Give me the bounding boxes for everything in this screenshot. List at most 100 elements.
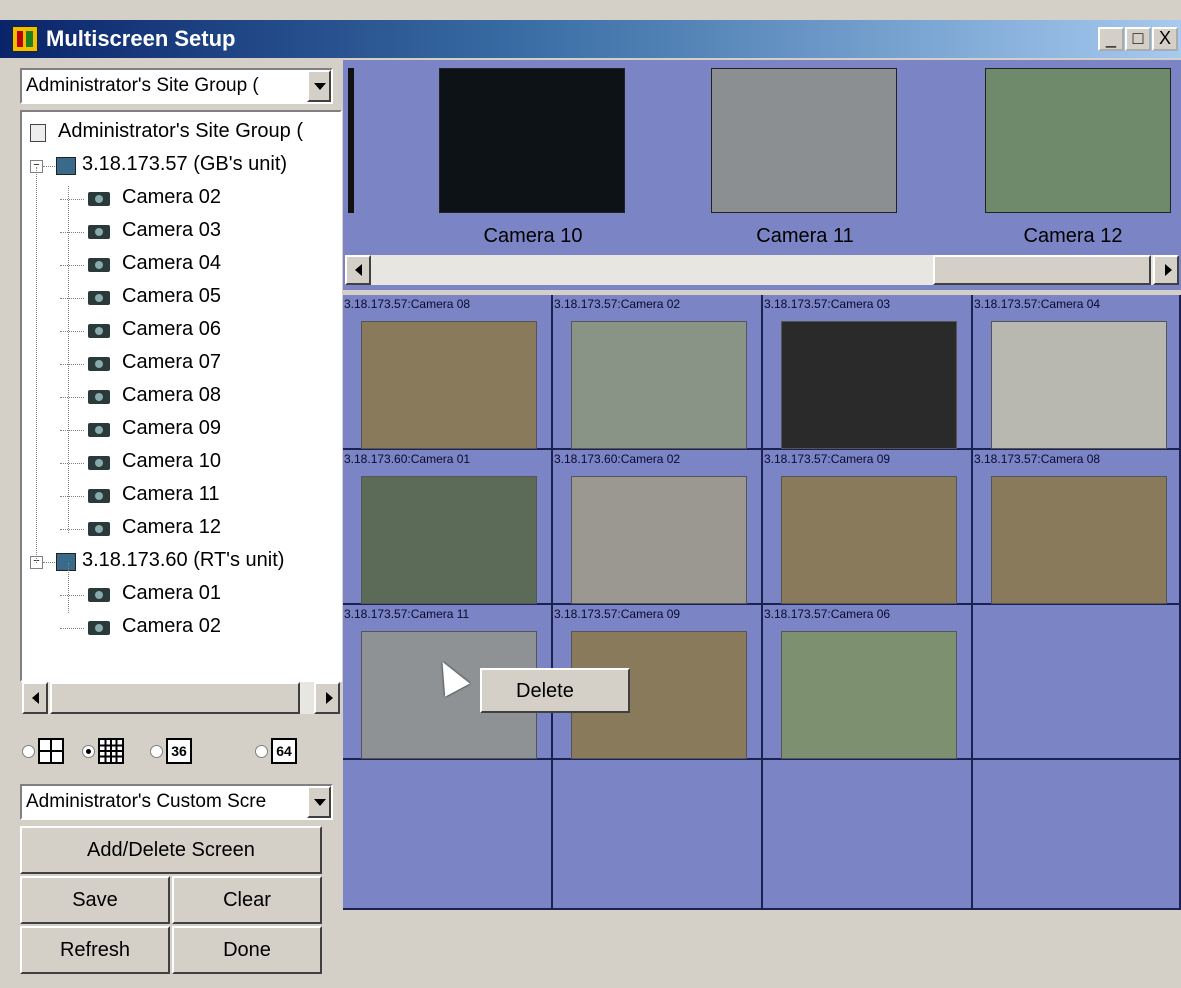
screen-cell[interactable]: 3.18.173.57:Camera 02 — [553, 295, 763, 450]
screen-cell[interactable] — [973, 760, 1181, 910]
add-delete-screen-button[interactable]: Add/Delete Screen — [20, 826, 322, 874]
screen-cell[interactable]: 3.18.173.57:Camera 08 — [343, 295, 553, 450]
tree-connector — [60, 430, 84, 431]
screen-cell[interactable] — [763, 760, 973, 910]
site-group-icon — [30, 124, 46, 142]
layout-radio-64[interactable] — [255, 745, 268, 758]
screen-cell[interactable]: 3.18.173.57:Camera 09 — [763, 450, 973, 605]
scroll-right-button[interactable] — [314, 682, 340, 714]
multiscreen-grid: 3.18.173.57:Camera 08 3.18.173.57:Camera … — [343, 295, 1181, 910]
refresh-button[interactable]: Refresh — [20, 926, 170, 974]
tree-camera-item[interactable]: Camera 05 — [60, 285, 221, 308]
layout-radio-2x2[interactable] — [22, 745, 35, 758]
custom-screen-dropdown-arrow[interactable] — [307, 786, 331, 818]
layout-radio-36[interactable] — [150, 745, 163, 758]
arrow-right-icon — [326, 692, 333, 704]
done-button[interactable]: Done — [172, 926, 322, 974]
tree-camera-item[interactable]: Camera 01 — [60, 582, 221, 605]
strip-scroll-right-button[interactable] — [1153, 255, 1179, 285]
site-group-dropdown-arrow[interactable] — [307, 70, 331, 102]
screen-cell-label: 3.18.173.57:Camera 08 — [974, 452, 1101, 466]
strip-horizontal-scrollbar[interactable] — [345, 255, 1179, 285]
tree-root-site-group[interactable]: Administrator's Site Group ( — [30, 120, 303, 143]
camera-icon — [88, 324, 110, 338]
tree-connector — [60, 595, 84, 596]
tree-camera-label: Camera 10 — [122, 450, 221, 472]
screen-cell-label: 3.18.173.60:Camera 02 — [554, 452, 681, 466]
tree-camera-label: Camera 02 — [122, 615, 221, 637]
camera-feed-image — [781, 631, 957, 759]
context-menu-delete[interactable]: Delete — [516, 680, 574, 703]
tree-horizontal-scrollbar[interactable] — [22, 682, 340, 714]
tree-camera-item[interactable]: Camera 03 — [60, 219, 221, 242]
tree-camera-label: Camera 05 — [122, 285, 221, 307]
refresh-label: Refresh — [59, 939, 131, 961]
camera-icon — [88, 357, 110, 371]
tree-connector — [36, 167, 37, 563]
scroll-thumb[interactable] — [50, 682, 300, 714]
clear-button[interactable]: Clear — [172, 876, 322, 924]
add-delete-screen-label: Add/Delete Screen — [87, 839, 255, 861]
tree-camera-label: Camera 08 — [122, 384, 221, 406]
screen-cell[interactable]: 3.18.173.60:Camera 01 — [343, 450, 553, 605]
tree-connector — [60, 496, 84, 497]
camera-icon — [88, 225, 110, 239]
tree-camera-item[interactable]: Camera 07 — [60, 351, 221, 374]
tree-connector — [60, 628, 84, 629]
tree-camera-item[interactable]: Camera 08 — [60, 384, 221, 407]
screen-cell[interactable] — [973, 605, 1181, 760]
thumb-camera-12[interactable] — [985, 68, 1171, 213]
window-title: Multiscreen Setup — [46, 26, 236, 51]
screen-cell[interactable] — [343, 760, 553, 910]
title-bar[interactable]: Multiscreen Setup _ □ X — [0, 20, 1181, 58]
custom-screen-value: Administrator's Custom Scre — [26, 791, 267, 812]
app-icon — [12, 26, 38, 52]
tree-camera-item[interactable]: Camera 02 — [60, 615, 221, 638]
tree-connector — [60, 364, 84, 365]
thumb-label-camera-10: Camera 10 — [483, 225, 583, 247]
tree-camera-item[interactable]: Camera 04 — [60, 252, 221, 275]
screen-cell[interactable]: 3.18.173.57:Camera 06 — [763, 605, 973, 760]
arrow-left-icon — [32, 692, 39, 704]
tree-connector — [60, 298, 84, 299]
thumb-camera-11[interactable] — [711, 68, 897, 213]
tree-camera-item[interactable]: Camera 12 — [60, 516, 221, 539]
site-tree[interactable]: Administrator's Site Group ( −3.18.173.57… — [20, 110, 342, 682]
tree-connector — [68, 563, 69, 613]
screen-cell[interactable]: 3.18.173.57:Camera 08 — [973, 450, 1181, 605]
tree-connector — [60, 397, 84, 398]
tree-camera-item[interactable]: Camera 09 — [60, 417, 221, 440]
screen-cell-label: 3.18.173.57:Camera 09 — [764, 452, 891, 466]
screen-cell-label: 3.18.173.57:Camera 09 — [554, 607, 681, 621]
tree-camera-item[interactable]: Camera 02 — [60, 186, 221, 209]
camera-icon — [88, 621, 110, 635]
tree-camera-label: Camera 07 — [122, 351, 221, 373]
tree-connector — [43, 562, 55, 563]
arrow-left-icon — [355, 264, 362, 276]
minimize-button[interactable]: _ — [1098, 27, 1124, 51]
tree-camera-label: Camera 09 — [122, 417, 221, 439]
tree-camera-item[interactable]: Camera 11 — [60, 483, 219, 506]
close-button[interactable]: X — [1152, 27, 1178, 51]
screen-cell[interactable]: 3.18.173.60:Camera 02 — [553, 450, 763, 605]
tree-camera-item[interactable]: Camera 10 — [60, 450, 221, 473]
custom-screen-dropdown[interactable]: Administrator's Custom Scre — [20, 784, 333, 820]
screen-cell[interactable] — [553, 760, 763, 910]
scroll-left-button[interactable] — [22, 682, 48, 714]
screen-cell[interactable]: 3.18.173.57:Camera 04 — [973, 295, 1181, 450]
thumb-camera-10[interactable] — [439, 68, 625, 213]
strip-scroll-left-button[interactable] — [345, 255, 371, 285]
strip-scroll-thumb[interactable] — [933, 255, 1151, 285]
camera-icon — [88, 192, 110, 206]
tree-camera-item[interactable]: Camera 06 — [60, 318, 221, 341]
tree-unit[interactable]: −3.18.173.57 (GB's unit) — [30, 153, 287, 176]
camera-icon — [88, 522, 110, 536]
save-button[interactable]: Save — [20, 876, 170, 924]
screen-cell-label: 3.18.173.57:Camera 04 — [974, 297, 1101, 311]
site-group-dropdown[interactable]: Administrator's Site Group ( — [20, 68, 333, 104]
site-group-value: Administrator's Site Group ( — [26, 75, 259, 96]
maximize-button[interactable]: □ — [1125, 27, 1151, 51]
layout-radio-4x4[interactable] — [82, 745, 95, 758]
screen-cell[interactable]: 3.18.173.57:Camera 03 — [763, 295, 973, 450]
camera-icon — [88, 423, 110, 437]
